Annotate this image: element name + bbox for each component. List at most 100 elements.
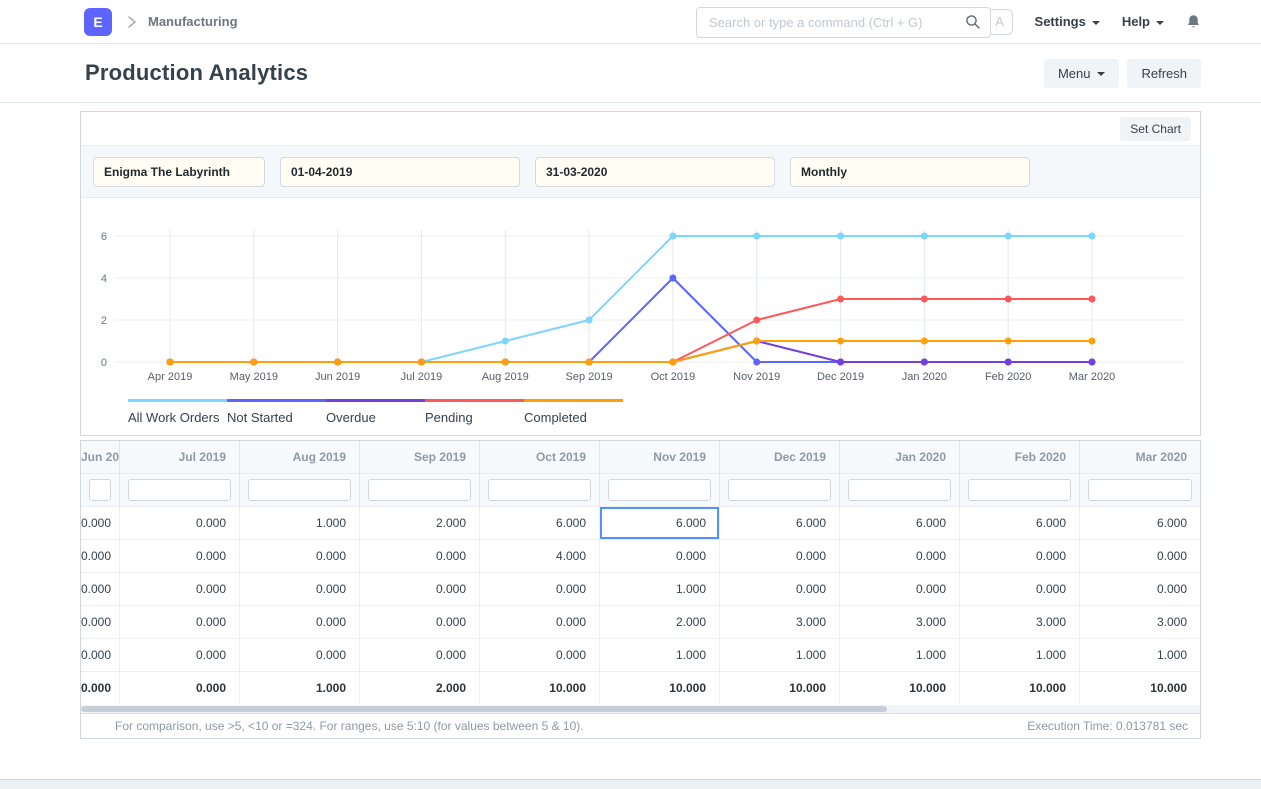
table-cell[interactable]: 0.000 — [81, 506, 120, 539]
filter-input-3[interactable] — [790, 156, 1030, 187]
table-cell[interactable]: 0.000 — [240, 605, 360, 638]
table-cell[interactable]: 10.000 — [720, 671, 840, 704]
column-header-jun-2019[interactable]: Jun 2019 — [81, 441, 120, 473]
table-cell[interactable]: 2.000 — [360, 671, 480, 704]
table-cell[interactable]: 0.000 — [81, 572, 120, 605]
table-cell[interactable]: 1.000 — [840, 638, 960, 671]
refresh-button[interactable]: Refresh — [1127, 58, 1201, 88]
breadcrumb[interactable]: Manufacturing — [148, 14, 238, 29]
column-filter-input[interactable] — [1088, 479, 1192, 501]
table-cell[interactable]: 0.000 — [240, 638, 360, 671]
column-filter-input[interactable] — [368, 479, 471, 501]
table-cell[interactable]: 0.000 — [81, 539, 120, 572]
column-filter-input[interactable] — [608, 479, 711, 501]
table-cell[interactable]: 1.000 — [960, 638, 1080, 671]
filter-input-1[interactable] — [280, 156, 520, 187]
table-cell[interactable]: 0.000 — [1080, 539, 1200, 572]
table-cell[interactable]: 0.000 — [360, 539, 480, 572]
table-cell[interactable]: 3.000 — [960, 605, 1080, 638]
table-cell[interactable]: 6.000 — [840, 506, 960, 539]
table-cell[interactable]: 0.000 — [1080, 572, 1200, 605]
column-header-jan-2020[interactable]: Jan 2020 — [840, 441, 960, 473]
table-cell[interactable]: 1.000 — [600, 572, 720, 605]
table-cell[interactable]: 10.000 — [1080, 671, 1200, 704]
column-filter-input[interactable] — [968, 479, 1071, 501]
table-cell[interactable]: 0.000 — [240, 572, 360, 605]
table-cell[interactable]: 0.000 — [600, 539, 720, 572]
table-cell[interactable]: 1.000 — [720, 638, 840, 671]
table-cell[interactable]: 0.000 — [120, 671, 240, 704]
column-header-mar-2020[interactable]: Mar 2020 — [1080, 441, 1200, 473]
table-cell[interactable]: 3.000 — [840, 605, 960, 638]
table-cell[interactable]: 10.000 — [840, 671, 960, 704]
table-cell[interactable]: 0.000 — [720, 572, 840, 605]
table-cell[interactable]: 2.000 — [360, 506, 480, 539]
table-cell[interactable]: 0.000 — [720, 539, 840, 572]
scrollbar-thumb[interactable] — [81, 706, 887, 712]
table-cell[interactable]: 0.000 — [120, 539, 240, 572]
table-cell[interactable]: 0.000 — [120, 605, 240, 638]
legend-color-bar — [524, 399, 623, 402]
table-cell[interactable]: 0.000 — [360, 638, 480, 671]
column-header-dec-2019[interactable]: Dec 2019 — [720, 441, 840, 473]
legend-item-all-work-orders: All Work Orders — [128, 399, 227, 425]
table-cell[interactable]: 0.000 — [81, 671, 120, 704]
table-cell[interactable]: 10.000 — [600, 671, 720, 704]
table-cell[interactable]: 0.000 — [120, 638, 240, 671]
settings-label: Settings — [1034, 14, 1086, 29]
table-cell[interactable]: 0.000 — [81, 638, 120, 671]
column-filter-input[interactable] — [488, 479, 591, 501]
column-filter-input[interactable] — [848, 479, 951, 501]
column-header-jul-2019[interactable]: Jul 2019 — [120, 441, 240, 473]
app-logo[interactable]: E — [84, 7, 112, 36]
column-header-sep-2019[interactable]: Sep 2019 — [360, 441, 480, 473]
table-cell[interactable]: 6.000 — [720, 506, 840, 539]
table-cell[interactable]: 0.000 — [480, 638, 600, 671]
table-cell[interactable]: 0.000 — [360, 572, 480, 605]
table-cell[interactable]: 0.000 — [480, 572, 600, 605]
table-cell[interactable]: 0.000 — [960, 539, 1080, 572]
data-point — [669, 274, 677, 282]
search-input[interactable] — [696, 7, 991, 38]
table-cell[interactable]: 6.000 — [480, 506, 600, 539]
table-cell[interactable]: 1.000 — [600, 638, 720, 671]
table-cell[interactable]: 4.000 — [480, 539, 600, 572]
table-cell[interactable]: 1.000 — [240, 506, 360, 539]
help-menu[interactable]: Help — [1122, 14, 1164, 29]
table-cell[interactable]: 2.000 — [600, 605, 720, 638]
column-header-aug-2019[interactable]: Aug 2019 — [240, 441, 360, 473]
column-filter-input[interactable] — [728, 479, 831, 501]
settings-menu[interactable]: Settings — [1035, 14, 1100, 29]
column-header-nov-2019[interactable]: Nov 2019 — [600, 441, 720, 473]
notifications-bell-icon[interactable] — [1186, 14, 1201, 30]
table-cell[interactable]: 6.000 — [1080, 506, 1200, 539]
column-header-feb-2020[interactable]: Feb 2020 — [960, 441, 1080, 473]
set-chart-button[interactable]: Set Chart — [1120, 116, 1191, 141]
table-cell[interactable]: 0.000 — [360, 605, 480, 638]
legend-color-bar — [128, 399, 227, 402]
table-cell[interactable]: 1.000 — [240, 671, 360, 704]
table-cell[interactable]: 0.000 — [960, 572, 1080, 605]
table-cell[interactable]: 3.000 — [720, 605, 840, 638]
table-cell[interactable]: 0.000 — [840, 572, 960, 605]
table-cell[interactable]: 1.000 — [1080, 638, 1200, 671]
table-cell[interactable]: 0.000 — [81, 605, 120, 638]
table-cell[interactable]: 3.000 — [1080, 605, 1200, 638]
table-cell[interactable]: 0.000 — [480, 605, 600, 638]
table-cell[interactable]: 0.000 — [840, 539, 960, 572]
filter-input-0[interactable] — [93, 156, 265, 187]
column-filter-input[interactable] — [248, 479, 351, 501]
column-filter-input[interactable] — [89, 479, 111, 501]
table-cell[interactable]: 6.000 — [960, 506, 1080, 539]
table-cell[interactable]: 6.000 — [600, 506, 720, 539]
table-cell[interactable]: 0.000 — [240, 539, 360, 572]
menu-button[interactable]: Menu — [1043, 58, 1120, 88]
column-filter-input[interactable] — [128, 479, 231, 501]
table-cell[interactable]: 0.000 — [120, 572, 240, 605]
column-header-oct-2019[interactable]: Oct 2019 — [480, 441, 600, 473]
filter-input-2[interactable] — [535, 156, 775, 187]
horizontal-scrollbar[interactable] — [81, 705, 1200, 713]
table-cell[interactable]: 10.000 — [480, 671, 600, 704]
table-cell[interactable]: 0.000 — [120, 506, 240, 539]
table-cell[interactable]: 10.000 — [960, 671, 1080, 704]
